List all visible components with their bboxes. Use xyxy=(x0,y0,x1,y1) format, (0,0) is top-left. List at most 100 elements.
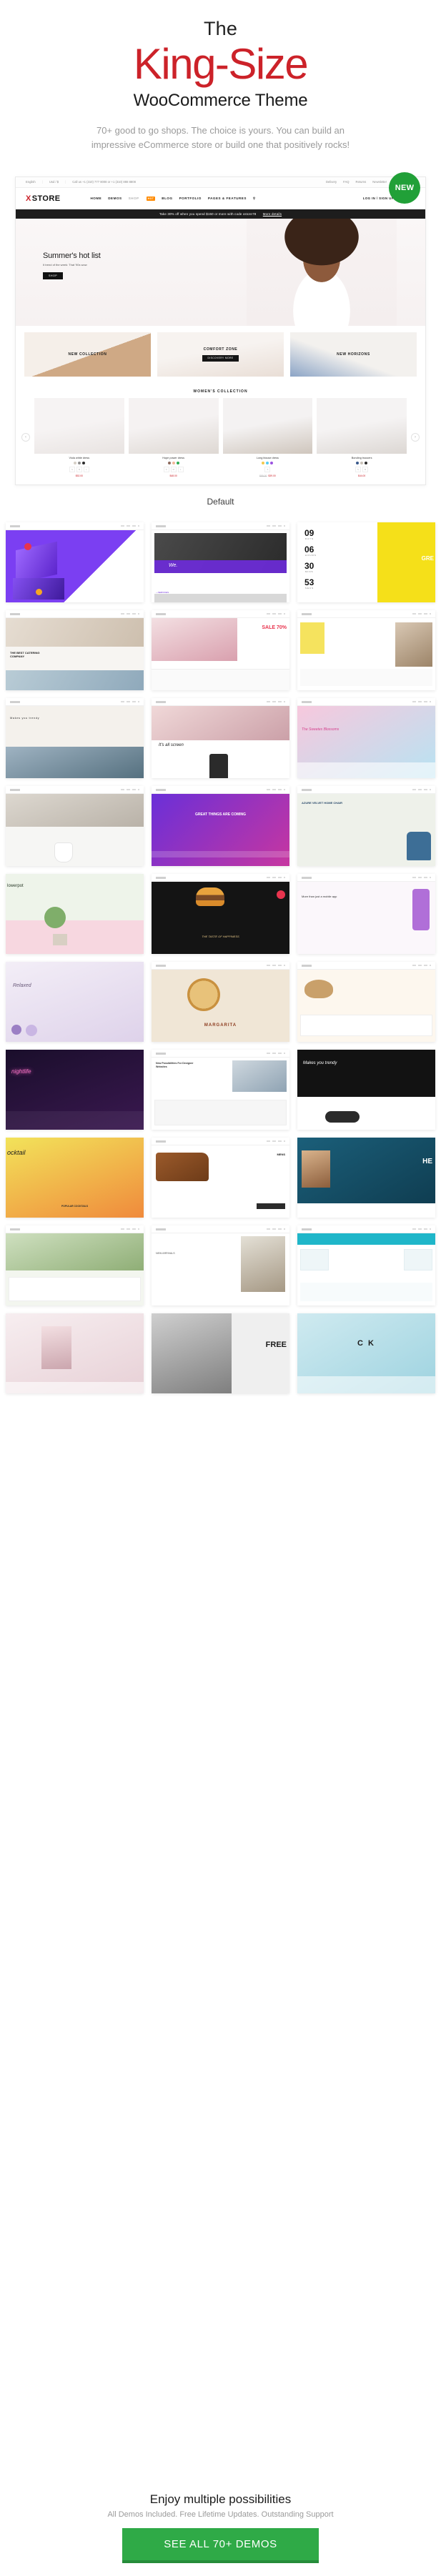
browser-bar xyxy=(152,522,289,530)
size-options[interactable]: SML xyxy=(129,466,219,472)
currency-selector[interactable]: Usd / $ xyxy=(49,180,59,184)
demo-thumb-neon-nightlife[interactable]: nightlife xyxy=(6,1049,144,1130)
demo-thumb-azure-velvet[interactable]: AZURE VELVET HOME CHAIR xyxy=(297,785,435,866)
demo-thumb-electronics[interactable] xyxy=(297,1225,435,1306)
demo-thumb-great-things[interactable]: GREAT THINGS ARE COMING xyxy=(152,785,289,866)
category-banner-new-horizons[interactable]: NEW HORIZONS xyxy=(290,332,417,377)
product-image xyxy=(34,397,124,454)
slide-title: Summer's hot list xyxy=(43,251,101,260)
swatch xyxy=(77,461,81,464)
nav-item-pages-features[interactable]: PAGES & FEATURES xyxy=(208,197,247,200)
nav-item-shop[interactable]: SHOP xyxy=(129,197,139,200)
demo-preview: FREE xyxy=(152,1313,289,1393)
product-price: $55.00 $39.00 xyxy=(223,474,313,477)
search-icon[interactable]: ⚲ xyxy=(253,197,256,201)
demo-thumb-sale-fashion[interactable]: SALE 70% xyxy=(152,610,289,690)
see-all-demos-button[interactable]: SEE ALL 70+ DEMOS xyxy=(122,2528,319,2563)
size-option: M xyxy=(362,466,369,472)
demo-thumb-lingerie[interactable] xyxy=(6,1313,144,1393)
topbar-link-returns[interactable]: Returns xyxy=(356,180,367,184)
size-options[interactable]: SM xyxy=(317,466,407,472)
demo-thumb-hat-fashion[interactable]: NEW ARRIVALS xyxy=(152,1225,289,1306)
demo-thumb-shoes-store[interactable]: MENS xyxy=(152,1137,289,1218)
slide-shop-button[interactable]: SHOP xyxy=(43,272,64,279)
promo-more-details-link[interactable]: More details xyxy=(263,212,282,216)
demo-thumb-mobile-app[interactable]: More than just a mobile app xyxy=(297,873,435,954)
color-swatches[interactable] xyxy=(34,461,124,464)
demo-thumb-possibilities[interactable]: New Possibilities For Designer Websites xyxy=(152,1049,289,1130)
carousel-next-arrow[interactable]: › xyxy=(411,433,420,442)
topbar-link-faq[interactable]: FAQ xyxy=(343,180,349,184)
demo-thumb-isometric-city[interactable] xyxy=(6,522,144,602)
size-option: S xyxy=(163,466,169,472)
demo-thumb-sweets-blossoms[interactable]: The Sweetes Blossoms xyxy=(297,697,435,778)
demo-preview: MARGARITA xyxy=(152,969,289,1042)
category-banner-comfort-zone[interactable]: COMFORT ZONE DISCOVERY MORE xyxy=(157,332,284,377)
demo-thumb-bathroom-interior[interactable] xyxy=(6,785,144,866)
carousel-prev-arrow[interactable]: ‹ xyxy=(21,433,30,442)
demo-preview: ocktail POPULAR COCKTAILS xyxy=(6,1137,144,1218)
product-card[interactable]: Long blouse dress S $55.00 $39.00 xyxy=(222,397,313,477)
browser-bar xyxy=(6,697,144,706)
size-option: S xyxy=(69,466,75,472)
browser-bar xyxy=(297,785,435,794)
size-options[interactable]: S xyxy=(223,466,313,472)
swatch xyxy=(365,461,368,464)
countdown-secs-label: SECS xyxy=(305,586,314,590)
language-selector[interactable]: English xyxy=(26,180,36,184)
topbar-link-delivery[interactable]: Delivery xyxy=(326,180,337,184)
color-swatches[interactable] xyxy=(223,461,313,464)
nav-item-home[interactable]: HOME xyxy=(90,197,101,200)
demo-preview: 09 DAYS 06 HOURS 30 MINS 53 SECS GRE xyxy=(297,522,435,602)
browser-bar xyxy=(152,961,289,970)
store-preview-frame[interactable]: English | Usd / $ | Call us +1 (310) 777… xyxy=(15,176,426,485)
size-option: S xyxy=(264,466,271,472)
demo-thumb-relaxed-lavender[interactable]: Relaxed xyxy=(6,961,144,1042)
footer-cta-section: Enjoy multiple possibilities All Demos I… xyxy=(0,2492,441,2576)
demo-thumb-free-fashion[interactable]: FREE xyxy=(152,1313,289,1393)
demo-thumb-its-all-screen[interactable]: It's all screen xyxy=(152,697,289,778)
swatch xyxy=(172,461,175,464)
newsletter-link[interactable]: Newsletter xyxy=(372,180,387,184)
flowerpot-headline: lowerpot xyxy=(7,883,24,888)
browser-bar xyxy=(152,610,289,618)
demo-thumb-restaurant-company[interactable]: THE BEST CATERING COMPANY xyxy=(6,610,144,690)
demo-thumb-glasses-shop[interactable] xyxy=(297,961,435,1042)
demo-thumb-garden-plants[interactable] xyxy=(6,1225,144,1306)
demo-grid: We. —SERVICES 09 DAYS 06 HOURS 30 MINS 5… xyxy=(0,522,441,1393)
demo-thumb-bag-store[interactable] xyxy=(297,610,435,690)
nav-item-blog[interactable]: BLOG xyxy=(162,197,172,200)
demo-thumb-makes-you-trendy[interactable]: Makes you trendy xyxy=(297,1049,435,1130)
product-card[interactable]: Bonding trousers SM $44.00 xyxy=(317,397,407,477)
browser-bar xyxy=(152,873,289,882)
cocktail-headline: ocktail xyxy=(7,1148,26,1156)
pizza-headline: MARGARITA xyxy=(204,1023,237,1028)
demo-thumb-cocktail[interactable]: ocktail POPULAR COCKTAILS xyxy=(6,1137,144,1218)
store-logo[interactable]: X STORE xyxy=(26,194,60,203)
demo-thumb-burger-taste[interactable]: THE TASTE OF HAPPINESS xyxy=(152,873,289,954)
demo-thumb-christopher-borland[interactable]: Makes you trendy xyxy=(6,697,144,778)
category-banner-new-collection[interactable]: NEW COLLECTION xyxy=(24,332,151,377)
demo-thumb-margarita-pizza[interactable]: MARGARITA xyxy=(152,961,289,1042)
demo-thumb-we-design-agency[interactable]: We. —SERVICES xyxy=(152,522,289,602)
demo-thumb-flowerpot[interactable]: lowerpot xyxy=(6,873,144,954)
category-label: NEW HORIZONS xyxy=(337,352,370,357)
product-name: Viola white dress xyxy=(69,456,90,459)
product-price: $48.00 xyxy=(169,474,177,477)
product-card[interactable]: Hope power dress SML $48.00 xyxy=(128,397,219,477)
phone-text: Call us +1 (310) 777 8008 or +1 (310) 88… xyxy=(72,180,136,184)
nav-item-portfolio[interactable]: PORTFOLIO xyxy=(179,197,202,200)
swatch xyxy=(176,461,179,464)
nav-item-demos[interactable]: DEMOS xyxy=(108,197,122,200)
size-options[interactable]: SML xyxy=(34,466,124,472)
demo-thumb-cosmetics[interactable]: C K xyxy=(297,1313,435,1393)
discovery-more-button[interactable]: DISCOVERY MORE xyxy=(202,354,239,362)
color-swatches[interactable] xyxy=(317,461,407,464)
shoes-brand-label: MENS xyxy=(277,1152,285,1156)
account-link[interactable]: LOG IN / SIGN UP xyxy=(363,197,394,200)
product-card[interactable]: Viola white dress SML $52.00 xyxy=(34,397,124,477)
demo-thumb-countdown[interactable]: 09 DAYS 06 HOURS 30 MINS 53 SECS GRE xyxy=(297,522,435,602)
slide-subtitle: It trend of the week: That '90s wow xyxy=(43,262,87,267)
demo-thumb-barber-hair[interactable]: HE xyxy=(297,1137,435,1218)
color-swatches[interactable] xyxy=(129,461,219,464)
